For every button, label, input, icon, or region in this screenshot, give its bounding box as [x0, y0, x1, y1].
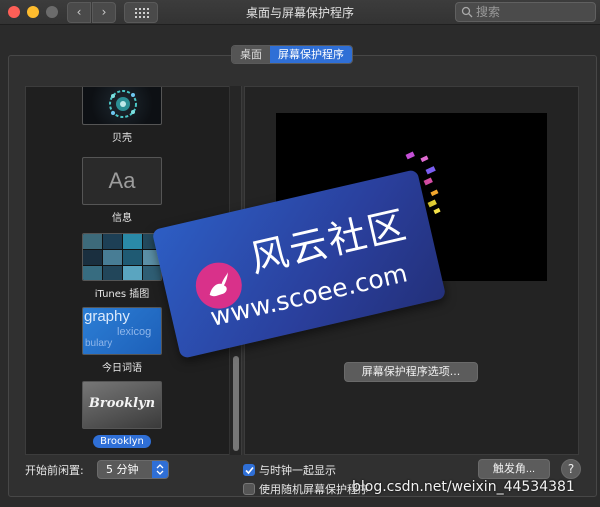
random-screensaver-checkbox[interactable] [243, 483, 255, 495]
random-screensaver-row[interactable]: 使用随机屏幕保护程序 [243, 481, 369, 497]
screensaver-item-message[interactable]: Aa 信息 [82, 157, 162, 224]
search-field[interactable] [455, 2, 596, 22]
show-clock-label: 与时钟一起显示 [259, 464, 336, 477]
word-thumb-text-2: lexicog [117, 326, 152, 338]
show-clock-checkbox[interactable] [243, 464, 255, 476]
shell-pattern-icon [109, 90, 137, 118]
minimize-window-button[interactable] [27, 6, 39, 18]
zoom-window-button[interactable] [46, 6, 58, 18]
idle-time-select[interactable]: 5 分钟 [97, 460, 169, 479]
word-thumb-text-3: bulary [85, 338, 113, 349]
select-stepper[interactable] [152, 461, 168, 478]
screensaver-label: 今日词语 [102, 363, 142, 374]
screensaver-item-shell[interactable]: 贝壳 [82, 87, 162, 144]
close-window-button[interactable] [8, 6, 20, 18]
help-button[interactable]: ? [561, 459, 581, 479]
screensaver-options-button[interactable]: 屏幕保护程序选项... [344, 362, 478, 382]
word-of-day-thumbnail: graphy lexicog bulary [82, 307, 162, 355]
search-input[interactable] [476, 4, 591, 20]
search-icon [461, 6, 473, 18]
idle-time-value: 5 分钟 [106, 463, 139, 476]
message-thumb-text: Aa [108, 168, 136, 193]
window-title: 桌面与屏幕保护程序 [245, 6, 354, 20]
idle-time-label: 开始前闲置: [25, 464, 84, 477]
screensaver-label: iTunes 插图 [94, 289, 150, 300]
chevron-left-icon: ‹ [76, 5, 82, 19]
brooklyn-thumbnail: Brooklyn [82, 381, 162, 429]
screensaver-label: 信息 [112, 213, 132, 224]
scrollbar-thumb[interactable] [233, 356, 239, 451]
checkmark-icon [245, 466, 254, 475]
screensaver-label: 贝壳 [112, 133, 132, 144]
hot-corners-button[interactable]: 触发角... [478, 459, 550, 479]
screensaver-item-word-of-the-day[interactable]: graphy lexicog bulary 今日词语 [82, 307, 162, 374]
itunes-artwork-thumbnail [82, 233, 162, 281]
segmented-tabs: 桌面 屏幕保护程序 [231, 45, 353, 64]
tab-desktop[interactable]: 桌面 [232, 46, 270, 63]
show-clock-row[interactable]: 与时钟一起显示 [243, 462, 336, 478]
album-grid-icon [83, 234, 161, 280]
brooklyn-thumb-text: Brooklyn [88, 396, 156, 411]
title-bar: ‹ › 桌面与屏幕保护程序 [0, 0, 600, 25]
chevron-up-down-icon [156, 464, 164, 475]
grid-icon [135, 8, 149, 18]
show-all-button[interactable] [124, 2, 158, 23]
screensaver-item-brooklyn[interactable]: Brooklyn Brooklyn [82, 381, 162, 448]
screensaver-item-itunes-artwork[interactable]: iTunes 插图 [82, 233, 162, 300]
back-button[interactable]: ‹ [67, 2, 91, 23]
message-thumbnail: Aa [82, 157, 162, 205]
forward-button[interactable]: › [92, 2, 116, 23]
chevron-right-icon: › [101, 5, 107, 19]
word-thumb-text: graphy [84, 308, 130, 325]
screensaver-label-selected: Brooklyn [93, 435, 151, 448]
csdn-watermark: blog.csdn.net/weixin_44534381 [352, 479, 575, 495]
tab-screensaver[interactable]: 屏幕保护程序 [270, 46, 352, 63]
shell-thumbnail [82, 87, 162, 125]
